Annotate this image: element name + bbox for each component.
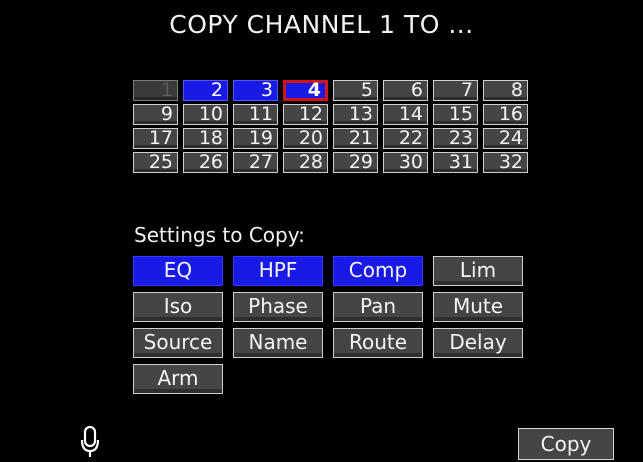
channel-button-6[interactable]: 6	[383, 80, 428, 101]
channel-button-14[interactable]: 14	[383, 104, 428, 125]
setting-button-hpf[interactable]: HPF	[233, 256, 323, 286]
settings-label: Settings to Copy:	[134, 223, 305, 247]
setting-button-arm[interactable]: Arm	[133, 364, 223, 394]
channel-button-28[interactable]: 28	[283, 152, 328, 173]
channel-button-4[interactable]: 4	[283, 80, 328, 101]
channel-button-2[interactable]: 2	[183, 80, 228, 101]
channel-button-8[interactable]: 8	[483, 80, 528, 101]
channel-button-18[interactable]: 18	[183, 128, 228, 149]
channel-button-11[interactable]: 11	[233, 104, 278, 125]
setting-button-lim[interactable]: Lim	[433, 256, 523, 286]
channel-button-15[interactable]: 15	[433, 104, 478, 125]
channel-button-12[interactable]: 12	[283, 104, 328, 125]
setting-button-delay[interactable]: Delay	[433, 328, 523, 358]
channel-button-25[interactable]: 25	[133, 152, 178, 173]
channel-button-20[interactable]: 20	[283, 128, 328, 149]
setting-button-comp[interactable]: Comp	[333, 256, 423, 286]
channel-button-7[interactable]: 7	[433, 80, 478, 101]
channel-button-24[interactable]: 24	[483, 128, 528, 149]
channel-button-26[interactable]: 26	[183, 152, 228, 173]
settings-grid: EQ HPF Comp Lim Iso Phase Pan Mute Source Name Rou…	[133, 256, 523, 394]
microphone-icon[interactable]	[79, 425, 101, 459]
copy-button[interactable]: Copy	[518, 428, 614, 460]
channel-button-3[interactable]: 3	[233, 80, 278, 101]
setting-button-mute[interactable]: Mute	[433, 292, 523, 322]
channel-button-13[interactable]: 13	[333, 104, 378, 125]
setting-button-eq[interactable]: EQ	[133, 256, 223, 286]
channel-button-9[interactable]: 9	[133, 104, 178, 125]
channel-button-16[interactable]: 16	[483, 104, 528, 125]
setting-button-route[interactable]: Route	[333, 328, 423, 358]
channel-button-30[interactable]: 30	[383, 152, 428, 173]
setting-button-iso[interactable]: Iso	[133, 292, 223, 322]
setting-button-phase[interactable]: Phase	[233, 292, 323, 322]
channel-grid: 1 2 3 4 5 6 7 8 9 10 11 12 13 14 15 16 17 18 19 20 21 22 23 24 2…	[133, 80, 528, 173]
setting-button-name[interactable]: Name	[233, 328, 323, 358]
channel-button-19[interactable]: 19	[233, 128, 278, 149]
channel-button-23[interactable]: 23	[433, 128, 478, 149]
channel-button-21[interactable]: 21	[333, 128, 378, 149]
page-title: COPY CHANNEL 1 TO ...	[169, 10, 474, 39]
channel-button-1[interactable]: 1	[133, 80, 178, 101]
channel-button-17[interactable]: 17	[133, 128, 178, 149]
setting-button-pan[interactable]: Pan	[333, 292, 423, 322]
channel-button-5[interactable]: 5	[333, 80, 378, 101]
channel-button-27[interactable]: 27	[233, 152, 278, 173]
setting-button-source[interactable]: Source	[133, 328, 223, 358]
channel-button-22[interactable]: 22	[383, 128, 428, 149]
channel-button-32[interactable]: 32	[483, 152, 528, 173]
channel-button-29[interactable]: 29	[333, 152, 378, 173]
channel-button-10[interactable]: 10	[183, 104, 228, 125]
channel-button-31[interactable]: 31	[433, 152, 478, 173]
